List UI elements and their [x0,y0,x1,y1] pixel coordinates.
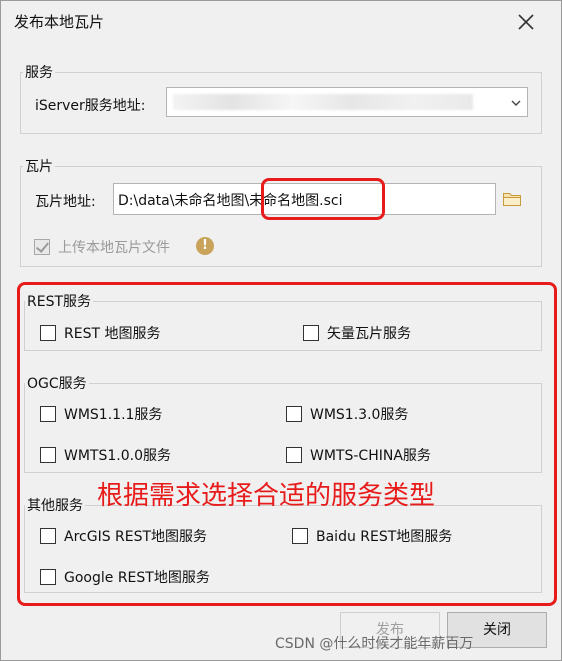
upload-local-tiles-checkbox[interactable]: 上传本地瓦片文件 [34,237,170,257]
wmts100-checkbox-box[interactable] [40,447,56,463]
arcgis-rest-service-checkbox[interactable]: ArcGIS REST地图服务 [40,526,207,546]
iserver-address-combobox[interactable] [166,87,528,117]
publish-local-tile-dialog: 发布本地瓦片 服务 iServer服务地址: 瓦片 瓦片地址: D:\data\… [0,0,562,661]
iserver-address-value [173,94,473,110]
tile-group-legend: 瓦片 [25,159,53,175]
wmts-china-checkbox-box[interactable] [286,447,302,463]
wms111-checkbox-label: WMS1.1.1服务 [64,407,163,423]
annotation-text: 根据需求选择合适的服务类型 [97,481,436,511]
close-icon[interactable] [513,9,539,35]
wmts100-service-checkbox[interactable]: WMTS1.0.0服务 [40,445,171,465]
wms111-service-checkbox[interactable]: WMS1.1.1服务 [40,404,162,424]
rest-group-legend: REST服务 [27,294,92,310]
folder-open-icon[interactable] [502,190,524,208]
arcgis-checkbox-box[interactable] [40,528,56,544]
google-rest-service-checkbox[interactable]: Google REST地图服务 [40,567,210,587]
wmts-china-checkbox-label: WMTS-CHINA服务 [310,448,431,464]
rest-map-checkbox-box[interactable] [40,325,56,341]
wmts-china-service-checkbox[interactable]: WMTS-CHINA服务 [286,445,431,465]
wms130-checkbox-label: WMS1.3.0服务 [310,407,409,423]
wmts100-checkbox-label: WMTS1.0.0服务 [64,448,171,464]
dialog-title: 发布本地瓦片 [14,13,105,31]
rest-map-service-checkbox[interactable]: REST 地图服务 [40,323,160,343]
tile-address-input[interactable]: D:\data\未命名地图\未命名地图.sci [113,183,496,215]
other-group-legend: 其他服务 [27,498,83,514]
upload-checkbox-label: 上传本地瓦片文件 [58,240,170,256]
baidu-checkbox-box[interactable] [292,528,308,544]
service-group-legend: 服务 [25,65,53,81]
upload-checkbox-box[interactable] [34,239,50,255]
title-bar: 发布本地瓦片 [1,1,561,41]
google-checkbox-box[interactable] [40,569,56,585]
vector-tile-service-checkbox[interactable]: 矢量瓦片服务 [303,323,411,343]
iserver-address-label: iServer服务地址: [35,98,146,114]
wms130-service-checkbox[interactable]: WMS1.3.0服务 [286,404,408,424]
rest-map-checkbox-label: REST 地图服务 [64,326,161,342]
warning-icon: ! [196,237,214,255]
vector-tile-checkbox-label: 矢量瓦片服务 [327,326,411,342]
google-checkbox-label: Google REST地图服务 [64,570,210,586]
wms130-checkbox-box[interactable] [286,406,302,422]
vector-tile-checkbox-box[interactable] [303,325,319,341]
tile-address-label: 瓦片地址: [35,194,96,210]
arcgis-checkbox-label: ArcGIS REST地图服务 [64,529,208,545]
baidu-rest-service-checkbox[interactable]: Baidu REST地图服务 [292,526,452,546]
wms111-checkbox-box[interactable] [40,406,56,422]
chevron-down-icon[interactable] [510,97,522,109]
csdn-watermark: CSDN @什么时候才能年薪百万 [275,636,474,652]
ogc-group-legend: OGC服务 [27,376,87,392]
baidu-checkbox-label: Baidu REST地图服务 [316,529,453,545]
